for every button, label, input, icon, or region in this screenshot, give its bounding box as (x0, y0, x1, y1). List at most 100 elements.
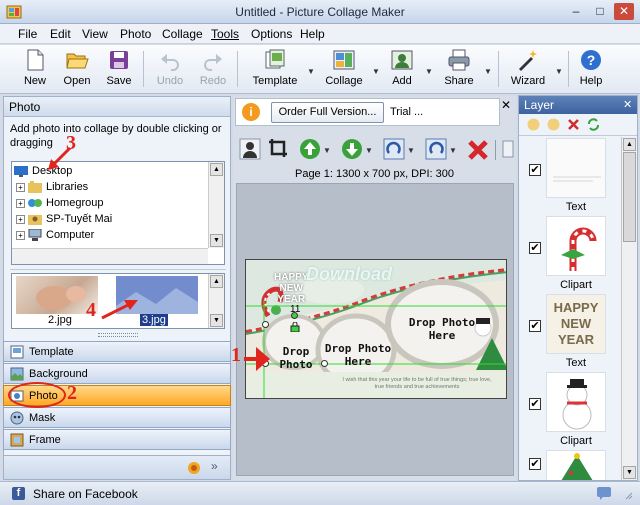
canvas-workspace[interactable]: HAPPY NEW YEAR Download Drop Photo Drop … (236, 183, 514, 476)
scroll-up-icon[interactable]: ▲ (210, 275, 223, 288)
folder-tree[interactable]: Desktop + Libraries + Homegroup + SP-Tuyết … (11, 161, 225, 265)
help-button[interactable]: ? Help (578, 48, 604, 92)
toolbar-separator (568, 51, 569, 87)
scroll-down-icon[interactable]: ▼ (210, 314, 223, 327)
rotate-dropdown-arrow[interactable]: ▼ (407, 146, 415, 155)
chat-bubble-icon[interactable] (596, 486, 612, 501)
menu-help[interactable]: Help (300, 27, 325, 41)
bring-forward-icon[interactable] (299, 137, 321, 161)
collage-dropdown-arrow[interactable]: ▼ (372, 67, 380, 76)
tree-horizontal-scrollbar[interactable] (12, 248, 208, 264)
send-backward-icon[interactable] (341, 137, 363, 161)
flip-dropdown-arrow[interactable]: ▼ (449, 146, 457, 155)
layer-visibility-checkbox[interactable]: ✔ (529, 242, 541, 254)
layer-down-icon[interactable] (547, 118, 560, 131)
wizard-button[interactable]: Wizard (510, 48, 546, 92)
tree-item-computer[interactable]: + Computer (16, 229, 94, 245)
expand-icon[interactable]: + (16, 198, 25, 208)
tree-vertical-scrollbar[interactable]: ▲ ▼ (208, 162, 224, 248)
more-tools-icon[interactable] (501, 137, 515, 161)
drop-photo-placeholder-2[interactable]: Drop Photo Here (318, 342, 398, 368)
layer-up-icon[interactable] (527, 118, 540, 131)
expand-icon[interactable]: + (16, 214, 25, 224)
tree-item-homegroup[interactable]: + Homegroup (16, 197, 103, 213)
layer-refresh-icon[interactable] (587, 118, 600, 131)
thumbnail-scrollbar[interactable]: ▲ ▼ (208, 274, 224, 328)
layer-item[interactable]: ✔ Clipart (519, 372, 621, 450)
template-dropdown-arrow[interactable]: ▼ (307, 67, 315, 76)
menu-edit[interactable]: Edit (50, 27, 71, 41)
layer-visibility-checkbox[interactable]: ✔ (529, 164, 541, 176)
menu-collage[interactable]: Collage (162, 27, 203, 41)
layer-item[interactable]: ✔ HAPPY NEW YEAR Text (519, 294, 621, 372)
template-button[interactable]: Template (251, 48, 299, 92)
facebook-icon[interactable]: f (12, 487, 25, 500)
expand-icon[interactable]: + (16, 230, 25, 240)
share-dropdown-arrow[interactable]: ▼ (484, 67, 492, 76)
layer-visibility-checkbox[interactable]: ✔ (529, 398, 541, 410)
layer-item[interactable]: ✔ (519, 450, 621, 480)
undo-button[interactable]: Undo (154, 48, 186, 92)
layer-visibility-checkbox[interactable]: ✔ (529, 320, 541, 332)
layer-close-icon[interactable]: ✕ (623, 98, 632, 111)
resize-handle[interactable] (321, 360, 328, 367)
drop-photo-placeholder-1[interactable]: Drop Photo (276, 345, 316, 371)
layer-visibility-checkbox[interactable]: ✔ (529, 458, 541, 470)
redo-button[interactable]: Redo (197, 48, 229, 92)
collage-canvas[interactable]: HAPPY NEW YEAR Download Drop Photo Drop … (245, 259, 507, 399)
open-button[interactable]: Open (60, 48, 94, 92)
save-button[interactable]: Save (103, 48, 135, 92)
sun-flower-icon[interactable] (187, 461, 201, 475)
layer-item[interactable]: ✔ Text (519, 138, 621, 216)
lock-icon[interactable] (290, 322, 300, 332)
minimize-button[interactable]: – (566, 3, 586, 20)
maximize-button[interactable]: □ (590, 3, 610, 20)
flip-icon[interactable] (425, 137, 447, 161)
forward-dropdown-arrow[interactable]: ▼ (323, 146, 331, 155)
scroll-down-icon[interactable]: ▼ (210, 234, 223, 247)
crop-icon[interactable] (267, 137, 289, 161)
menu-view[interactable]: View (82, 27, 108, 41)
resize-grip-icon[interactable] (623, 490, 633, 500)
close-button[interactable]: ✕ (614, 3, 634, 20)
menu-file[interactable]: File (18, 27, 37, 41)
scroll-up-icon[interactable]: ▲ (623, 138, 636, 151)
expand-icon[interactable]: + (16, 182, 25, 192)
rotate-handle[interactable] (291, 312, 298, 319)
scroll-up-icon[interactable]: ▲ (210, 163, 223, 176)
wizard-dropdown-arrow[interactable]: ▼ (555, 67, 563, 76)
menu-photo[interactable]: Photo (120, 27, 151, 41)
delete-icon[interactable] (467, 137, 489, 161)
drop-photo-placeholder-3[interactable]: Drop Photo Here (400, 316, 484, 342)
person-select-icon[interactable] (239, 137, 261, 161)
tab-template[interactable]: Template (3, 341, 231, 362)
share-on-facebook-link[interactable]: Share on Facebook (33, 487, 138, 501)
layer-scrollbar[interactable]: ▲ ▼ (621, 137, 637, 480)
scroll-thumb[interactable] (623, 152, 636, 242)
info-close-icon[interactable]: ✕ (501, 98, 511, 112)
order-full-version-button[interactable]: Order Full Version... (271, 102, 384, 123)
tree-item-libraries[interactable]: + Libraries (16, 181, 88, 197)
layer-delete-icon[interactable] (567, 118, 580, 131)
tab-mask[interactable]: Mask (3, 407, 231, 428)
backward-dropdown-arrow[interactable]: ▼ (365, 146, 373, 155)
tree-item-user[interactable]: + SP-Tuyết Mai (16, 213, 112, 229)
scroll-down-icon[interactable]: ▼ (623, 466, 636, 479)
splitter-grip[interactable] (98, 333, 138, 337)
canvas-happy-text[interactable]: HAPPY NEW YEAR (274, 272, 308, 305)
tab-background[interactable]: Background (3, 363, 231, 384)
rotate-right-icon[interactable] (383, 137, 405, 161)
new-button[interactable]: New (20, 48, 50, 92)
collage-button[interactable]: Collage (325, 48, 363, 92)
add-person-icon (391, 50, 413, 70)
tab-frame[interactable]: Frame (3, 429, 231, 450)
expand-chevron-icon[interactable]: » (211, 459, 218, 473)
share-button[interactable]: Share (444, 48, 474, 92)
resize-handle[interactable] (262, 321, 269, 328)
add-button[interactable]: Add (389, 48, 415, 92)
layer-item[interactable]: ✔ Clipart (519, 216, 621, 294)
layer-name: Clipart (560, 279, 592, 291)
menu-options[interactable]: Options (251, 27, 292, 41)
add-dropdown-arrow[interactable]: ▼ (425, 67, 433, 76)
menu-tools[interactable]: Tools (211, 27, 239, 41)
